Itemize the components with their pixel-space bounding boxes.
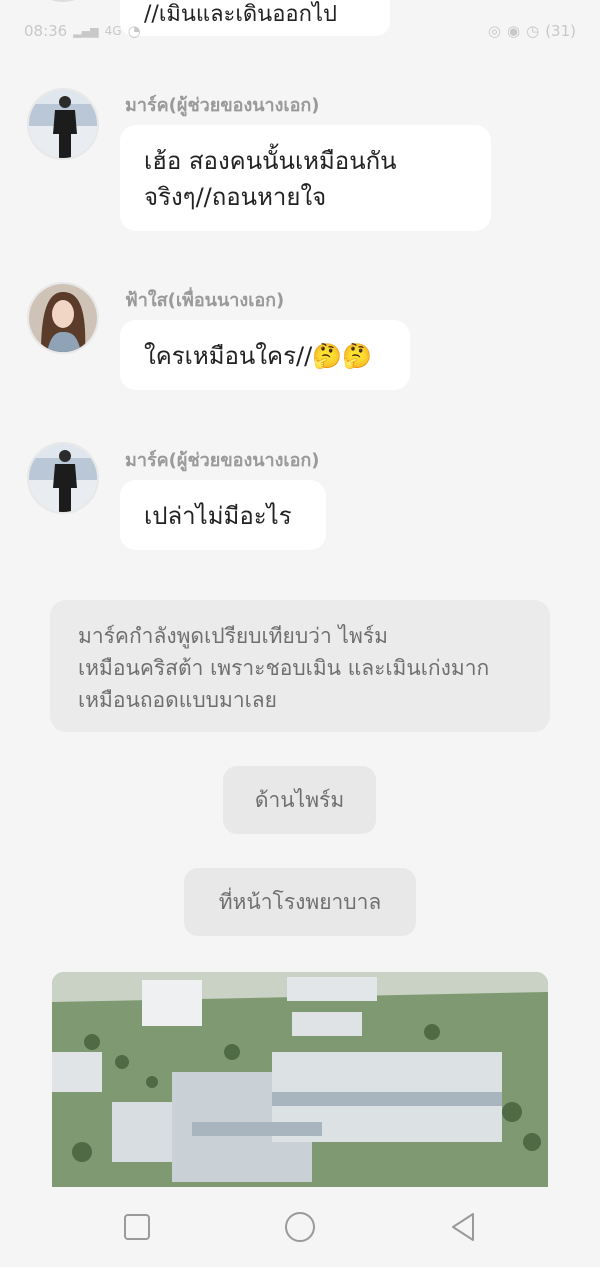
hospital-image[interactable] <box>52 972 548 1187</box>
message-bubble: ใครเหมือนใคร//🤔🤔 <box>120 320 410 390</box>
narration-line: เหมือนคริสต้า เพราะชอบเมิน และเมินเก่งมา… <box>78 656 490 680</box>
message-line: ใครเหมือนใคร//🤔🤔 <box>144 342 372 370</box>
hospital-illustration <box>52 972 548 1187</box>
network-label: 4G <box>104 24 122 38</box>
status-time: 08:36 <box>24 22 68 40</box>
message-line: เปล่าไม่มีอะไร <box>144 502 292 530</box>
battery-label: (31) <box>545 22 576 40</box>
message-bubble: เฮ้อ สองคนนั้นเหมือนกัน จริงๆ//ถอนหายใจ <box>120 125 491 231</box>
person-in-suit-icon <box>29 444 97 512</box>
narration-box: มาร์คกำลังพูดเปรียบเทียบว่า ไพร์ม เหมือน… <box>50 600 550 732</box>
avatar-mark[interactable] <box>27 442 99 514</box>
person-in-suit-icon <box>29 90 97 158</box>
alarm-icon: ◷ <box>526 22 540 40</box>
back-icon[interactable] <box>443 1207 483 1247</box>
home-icon[interactable] <box>280 1207 320 1247</box>
message-bubble: เปล่าไม่มีอะไร <box>120 480 326 550</box>
location-icon: ◉ <box>507 22 521 40</box>
avatar-mark[interactable] <box>27 88 99 160</box>
vibrate-icon: ◎ <box>487 22 502 40</box>
avatar-fahsai[interactable] <box>27 282 99 354</box>
avatar[interactable] <box>27 0 99 2</box>
status-bar: 08:36 ▂▄▆ 4G ◔ ◎ ◉ ◷ (31) <box>0 14 600 48</box>
narration-line: เหมือนถอดแบบมาเลย <box>78 688 277 712</box>
navigation-bar <box>0 1187 600 1267</box>
message-line: เฮ้อ สองคนนั้นเหมือนกัน <box>144 147 397 175</box>
woman-portrait-icon <box>29 284 97 352</box>
message-line: จริงๆ//ถอนหายใจ <box>144 183 327 211</box>
scene-tag-location: ที่หน้าโรงพยาบาล <box>184 868 416 936</box>
recent-apps-icon[interactable] <box>117 1207 157 1247</box>
signal-icon: ▂▄▆ <box>73 24 99 38</box>
narration-line: มาร์คกำลังพูดเปรียบเทียบว่า ไพร์ม <box>78 624 388 648</box>
sender-name: มาร์ค(ผู้ช่วยของนางเอก) <box>125 95 320 116</box>
sender-name: มาร์ค(ผู้ช่วยของนางเอก) <box>125 450 320 471</box>
scene-tag-side: ด้านไพร์ม <box>223 766 376 834</box>
sender-name: ฟ้าใส(เพื่อนนางเอก) <box>125 290 285 311</box>
wifi-icon: ◔ <box>127 22 141 40</box>
